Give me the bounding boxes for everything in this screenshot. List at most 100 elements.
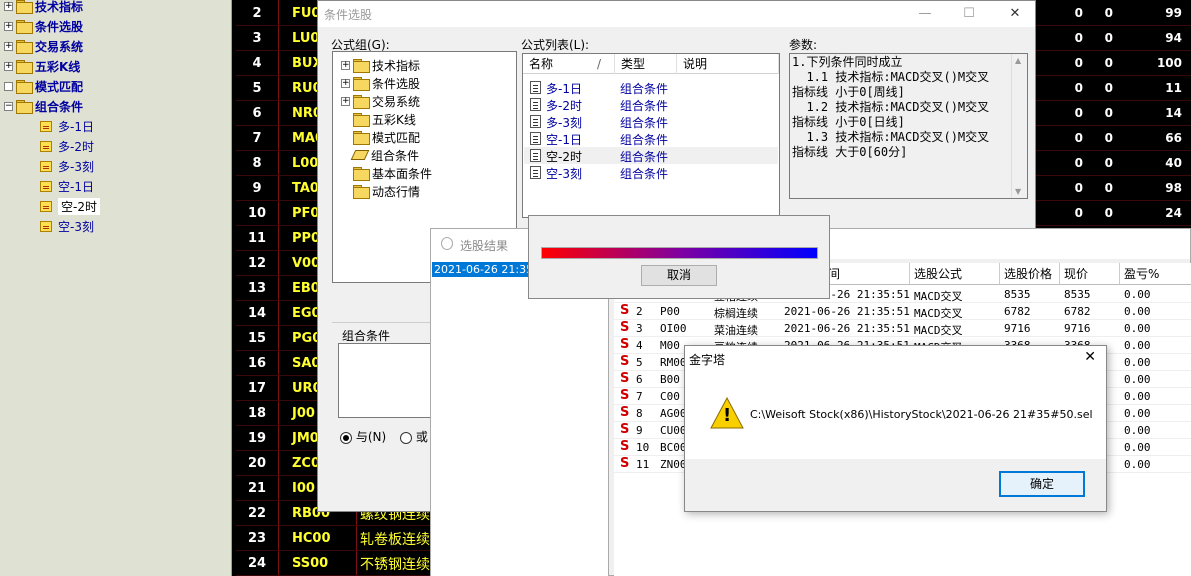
quote-cell: 0 [1074,156,1083,170]
condition-icon [40,220,52,232]
tree-expander-icon[interactable]: + [341,78,350,88]
result-row[interactable]: S 3 OI00 菜油连续 2021-06-26 21:35:51 MACD交叉 9716 9… [614,320,1191,337]
group-tree-item[interactable]: 动态行情 [341,182,420,200]
folder-icon [353,59,370,73]
row-number: 20 [247,456,267,471]
radio-and-dot[interactable] [340,431,352,444]
scroll-up-icon[interactable]: ▲ [1015,56,1021,65]
row-number: 16 [247,356,267,371]
formula-doc-icon [530,149,541,162]
quote-cell: 14 [1165,106,1182,120]
tree-item-folder[interactable]: + 条件选股 [4,16,83,36]
tree-item-leaf[interactable]: 多-2时 [40,136,94,156]
quote-code: J00 [292,406,315,421]
folder-icon [16,60,33,74]
row-number: 7 [636,390,643,403]
formula-name: 多-3刻 [546,116,582,130]
group-tree-label: 组合条件 [371,148,420,163]
group-tree-item[interactable]: + 交易系统 [341,92,420,110]
tree-expander-icon[interactable]: + [4,41,13,51]
condition-icon [40,140,52,152]
radio-or-dot[interactable] [400,431,412,444]
formula-row[interactable]: 多-1日 组合条件 [524,79,778,96]
ok-button[interactable]: 确定 [999,471,1085,497]
quote-code: V00 [292,256,321,271]
left-formula-tree: + 技术指标 + 条件选股 + 交易系统 + 五彩K线 模式匹配 − 组合条件 多-1日 多-2时 多-3… [0,0,232,576]
group-tree-item[interactable]: + 条件选股 [341,74,420,92]
formula-row[interactable]: 多-2时 组合条件 [524,96,778,113]
formula-list[interactable]: 名称 / 类型 说明 多-1日 组合条件 多-2时 组合条件 多-3刻 组合条件 空-1日组… [522,53,780,218]
tree-item-leaf[interactable]: 多-1日 [40,116,94,136]
formula-col-type[interactable]: 类型 [615,54,677,74]
result-col-current[interactable]: 现价 [1060,263,1120,285]
maximize-button[interactable]: ☐ [954,3,984,25]
row-number: 2 [636,305,643,318]
tree-item-leaf[interactable]: 多-3刻 [40,156,94,176]
tree-item-leaf[interactable]: 空-3刻 [40,216,94,236]
group-tree-item[interactable]: 基本面条件 [341,164,432,182]
row-number: 14 [247,306,267,321]
tree-item-label: 空-2时 [58,197,100,215]
quote-cell: 0 [1104,106,1113,120]
tree-expander-icon[interactable] [4,81,13,91]
quote-cell: 0 [1104,156,1113,170]
tree-expander-icon[interactable]: + [341,60,350,70]
group-tree-item[interactable]: + 技术指标 [341,56,420,74]
formula-type: 组合条件 [620,167,669,181]
group-tree-item[interactable]: 组合条件 [341,146,419,164]
combo-condition-box[interactable] [338,343,432,418]
tree-item-folder[interactable]: + 技术指标 [4,0,83,16]
result-current: 8535 [1064,288,1091,301]
alert-close-button[interactable]: ✕ [1084,349,1096,365]
result-col-price[interactable]: 选股价格 [1000,263,1060,285]
formula-col-name[interactable]: 名称 [523,54,615,74]
formula-row[interactable]: 多-3刻 组合条件 [524,113,778,130]
tree-item-folder[interactable]: + 五彩K线 [4,56,80,76]
result-col-formula[interactable]: 选股公式 [910,263,1000,285]
tree-item-leaf[interactable]: 空-2时 [40,196,100,216]
params-scrollbar[interactable]: ▲ ▼ [1011,54,1027,198]
group-tree-item[interactable]: 五彩K线 [341,110,416,128]
formula-row[interactable]: 空-1日 组合条件 [524,130,778,147]
row-number: 7 [252,131,262,146]
tree-item-leaf[interactable]: 空-1日 [40,176,94,196]
tree-expander-icon[interactable]: + [4,1,13,11]
params-line: 指标线 小于0[周线] [792,85,905,99]
condition-icon [40,180,52,192]
quote-code: EB0 [292,281,320,296]
result-col-pl[interactable]: 盈亏% [1120,263,1191,285]
tree-item-folder[interactable]: 模式匹配 [4,76,83,96]
folder-icon [16,40,33,54]
params-textbox[interactable]: 1.下列条件同时成立 1.1 技术指标:MACD交叉()M交叉 指标线 小于0[周… [789,53,1028,199]
formula-col-desc[interactable]: 说明 [677,54,779,74]
formula-name: 空-3刻 [546,167,582,181]
row-number: 19 [247,431,267,446]
result-list-item[interactable]: 2021-06-26 21:35 [432,262,528,277]
result-code: ZN00 [660,458,687,471]
radio-and[interactable]: 与(N) [340,428,386,445]
result-pl: 0.00 [1124,322,1151,335]
result-col-time[interactable]: 间 [824,263,910,285]
tree-item-folder[interactable]: − 组合条件 [4,96,83,116]
scroll-down-icon[interactable]: ▼ [1015,187,1021,196]
minimize-button[interactable]: — [910,3,940,25]
close-button[interactable]: ✕ [1000,3,1030,25]
result-row[interactable]: S 2 P00 棕榈连续 2021-06-26 21:35:51 MACD交叉 6782 67… [614,303,1191,320]
formula-row[interactable]: 空-2时 组合条件 [524,147,778,164]
tree-expander-icon[interactable]: + [4,61,13,71]
quote-name: 轧卷板连续 [360,532,430,548]
params-line: 1.2 技术指标:MACD交叉()M交叉 [792,100,990,114]
cancel-button[interactable]: 取消 [641,265,717,286]
formula-row[interactable]: 空-3刻 组合条件 [524,164,778,181]
tree-expander-icon[interactable]: − [4,101,13,111]
tree-expander-icon[interactable]: + [4,21,13,31]
tree-expander-icon[interactable]: + [341,96,350,106]
group-tree-item[interactable]: 模式匹配 [341,128,420,146]
tree-item-folder[interactable]: + 交易系统 [4,36,83,56]
group-tree-label: 动态行情 [372,184,421,199]
condition-window-titlebar[interactable]: 条件选股 — ☐ ✕ [318,1,1035,27]
row-number: 5 [636,356,643,369]
result-list[interactable]: 2021-06-26 21:35 [431,259,609,576]
radio-or[interactable]: 或 [400,428,428,445]
quote-code: HC00 [292,531,331,546]
